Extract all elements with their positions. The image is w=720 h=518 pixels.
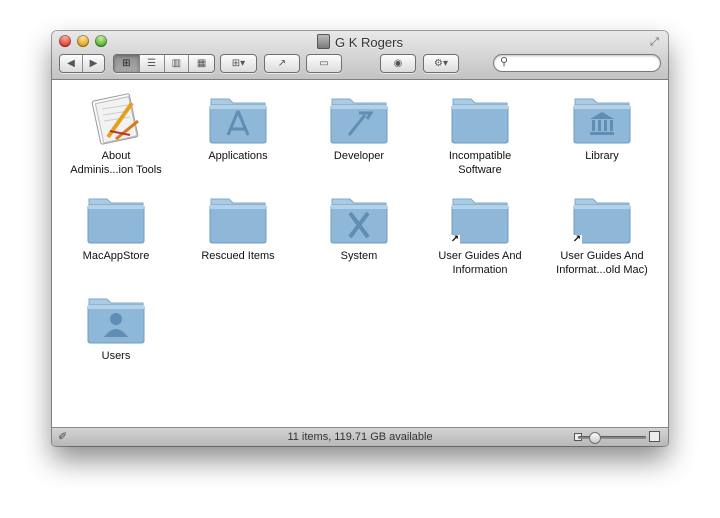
app-icon [86, 91, 146, 145]
path-control: ▭ [306, 54, 342, 73]
hard-disk-icon [317, 34, 331, 49]
coverflow-view-button[interactable]: ▦ [189, 55, 214, 72]
list-view-button[interactable]: ☰ [140, 55, 165, 72]
folder-icon: ↗ [572, 191, 632, 245]
file-item-label: MacAppStore [82, 250, 150, 262]
developer-folder-icon [329, 91, 389, 145]
search-icon: ⚲ [500, 56, 509, 68]
action-button[interactable]: ⚙▾ [424, 55, 458, 72]
action-control: ⚙▾ [423, 54, 459, 73]
column-view-button[interactable]: ▥ [165, 55, 190, 72]
system-folder-icon [329, 191, 389, 245]
file-item[interactable]: About Adminis...ion Tools [56, 91, 176, 177]
icon-grid: About Adminis...ion Tools Applications D… [52, 80, 668, 427]
nav-buttons: ◀ ▶ [59, 54, 105, 73]
quicklook-button[interactable]: ◉ [381, 55, 415, 72]
path-button[interactable]: ▭ [307, 55, 341, 72]
arrange-button[interactable]: ⊞▾ [221, 55, 256, 72]
folder-icon [208, 191, 268, 245]
file-item[interactable]: Incompatible Software [420, 91, 540, 177]
file-item-label: User Guides And Information [438, 250, 522, 276]
file-item[interactable]: MacAppStore [56, 191, 176, 263]
icon-view-button[interactable]: ⊞ [114, 55, 140, 72]
file-item[interactable]: System [299, 191, 419, 263]
icon-size-slider-knob[interactable] [589, 432, 601, 444]
library-folder-icon [572, 91, 632, 145]
alias-arrow-icon: ↗ [450, 234, 460, 245]
status-bar: ✐ 11 items, 119.71 GB available [52, 427, 668, 446]
window-title-text: G K Rogers [335, 35, 403, 50]
fullscreen-icon[interactable]: ⤢ [650, 36, 662, 48]
arrange-control: ⊞▾ [220, 54, 257, 73]
quicklook-control: ◉ [380, 54, 416, 73]
search-input[interactable] [514, 56, 656, 71]
share-button[interactable]: ↗ [265, 55, 299, 72]
file-item[interactable]: ↗ User Guides And Informat...old Mac) [542, 191, 662, 277]
file-item-label: Incompatible Software [448, 150, 512, 176]
file-item-label: Developer [333, 150, 385, 162]
search-field[interactable]: ⚲ [493, 54, 661, 72]
file-item-label: About Adminis...ion Tools [70, 150, 162, 176]
back-button[interactable]: ◀ [60, 55, 83, 72]
folder-icon [86, 191, 146, 245]
titlebar: G K Rogers ⤢ ◀ ▶ ⊞ ☰ ▥ ▦ ⊞▾ ↗ ▭ ◉ ⚙▾ ⚲ [52, 31, 668, 80]
file-item-label: Library [585, 150, 619, 162]
finder-window: G K Rogers ⤢ ◀ ▶ ⊞ ☰ ▥ ▦ ⊞▾ ↗ ▭ ◉ ⚙▾ ⚲ A… [52, 31, 668, 446]
folder-icon [450, 91, 510, 145]
file-item[interactable]: Rescued Items [178, 191, 298, 263]
file-item-label: Rescued Items [201, 250, 275, 262]
users-folder-icon [86, 291, 146, 345]
file-item-label: Applications [208, 150, 268, 162]
file-item-label: Users [101, 350, 131, 362]
forward-button[interactable]: ▶ [83, 55, 104, 72]
file-item[interactable]: Applications [178, 91, 298, 163]
file-item-label: System [340, 250, 378, 262]
window-title: G K Rogers [52, 34, 668, 50]
applications-folder-icon [208, 91, 268, 145]
large-icon-size-icon [649, 431, 660, 442]
file-item-label: User Guides And Informat...old Mac) [556, 250, 648, 276]
alias-arrow-icon: ↗ [572, 234, 582, 245]
file-item[interactable]: Developer [299, 91, 419, 163]
folder-icon: ↗ [450, 191, 510, 245]
view-mode-control: ⊞ ☰ ▥ ▦ [113, 54, 215, 73]
share-control: ↗ [264, 54, 300, 73]
file-item[interactable]: ↗ User Guides And Information [420, 191, 540, 277]
file-item[interactable]: Users [56, 291, 176, 363]
file-item[interactable]: Library [542, 91, 662, 163]
